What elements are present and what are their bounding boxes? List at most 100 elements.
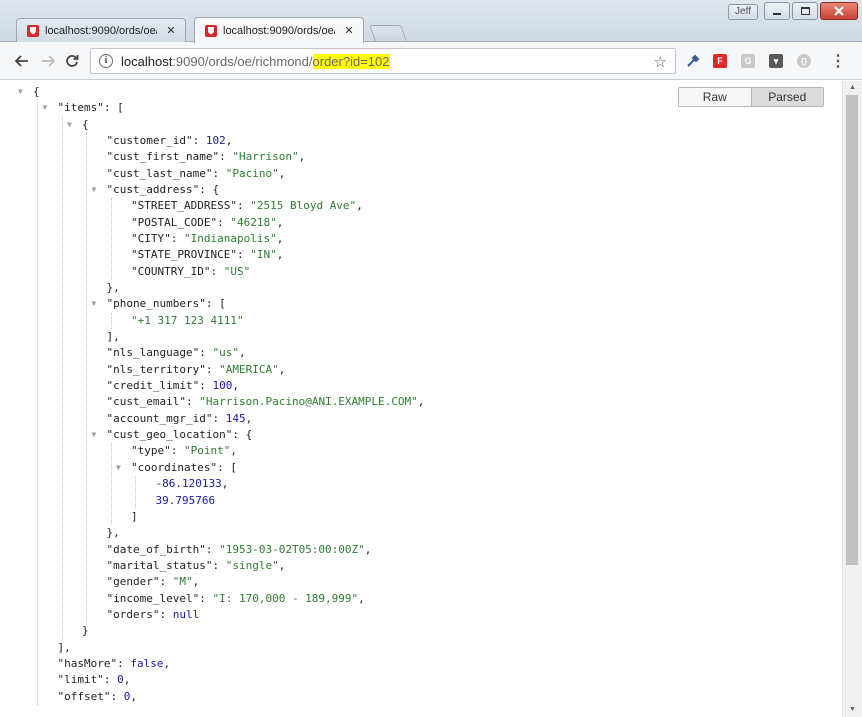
scrollbar-thumb[interactable] — [846, 95, 858, 565]
json-string: "M" — [172, 575, 193, 589]
json-string: "Pacino" — [225, 166, 279, 180]
g-extension-icon[interactable]: G — [741, 54, 755, 68]
vertical-scrollbar[interactable]: ▲ ▼ — [842, 81, 862, 717]
json-line: { — [33, 84, 40, 100]
collapse-toggle-icon[interactable]: ▼ — [92, 182, 102, 198]
json-key: "offset" — [57, 689, 111, 703]
json-key: "COUNTRY_ID" — [131, 264, 211, 278]
maximize-button[interactable] — [792, 2, 818, 20]
json-line: "credit_limit": 100, — [107, 378, 239, 394]
json-number: 100 — [212, 379, 233, 393]
scroll-up-icon[interactable]: ▲ — [843, 81, 862, 95]
menu-icon[interactable]: ⋮ — [828, 51, 848, 71]
json-string: "Point" — [184, 444, 231, 458]
flipboard-icon[interactable]: F — [713, 54, 727, 68]
json-key: "orders" — [106, 607, 160, 621]
json-line: "+1 317 123 4111" — [131, 313, 244, 329]
tab-title: localhost:9090/ords/oe/r — [223, 24, 335, 37]
json-line: "phone_numbers": [ — [107, 296, 226, 312]
json-number: 39.795766 — [155, 493, 216, 507]
json-line: ] — [131, 509, 138, 525]
collapse-toggle-icon[interactable]: ▼ — [92, 296, 102, 312]
tab-close-icon[interactable]: ✕ — [165, 24, 177, 37]
json-punct: : — [217, 215, 231, 229]
json-line: 39.795766 — [156, 493, 216, 509]
json-punct: : [ — [205, 297, 226, 311]
indent-guide — [110, 198, 112, 281]
back-button[interactable] — [12, 51, 32, 71]
json-number: 102 — [205, 134, 226, 148]
indent-guide — [37, 100, 38, 705]
collapse-toggle-icon[interactable]: ▼ — [67, 117, 77, 133]
json-line: "date_of_birth": "1953-03-02T05:00:00Z", — [107, 542, 372, 558]
json-punct: , — [417, 395, 425, 409]
minimize-button[interactable] — [764, 2, 790, 20]
tab-close-icon[interactable]: ✕ — [343, 24, 355, 37]
json-key: "nls_territory" — [106, 362, 206, 376]
title-bar: localhost:9090/ords/oe/r ✕ localhost:909… — [0, 0, 862, 43]
json-punct: }, — [106, 281, 120, 295]
json-key: "cust_last_name" — [106, 166, 213, 180]
tab-2[interactable]: localhost:9090/ords/oe/r ✕ — [194, 17, 364, 43]
url-text[interactable]: localhost:9090/ords/oe/richmond/order?id… — [121, 53, 390, 69]
json-string: "2515 Bloyd Ave" — [250, 199, 357, 213]
json-line: "hasMore": false, — [58, 656, 171, 672]
bookmark-star-icon[interactable]: ☆ — [654, 53, 667, 71]
parsed-view-button[interactable]: Parsed — [751, 88, 823, 106]
address-bar[interactable]: i localhost:9090/ords/oe/richmond/order?… — [90, 48, 676, 74]
json-key: "items" — [57, 101, 104, 115]
raw-view-button[interactable]: Raw — [679, 88, 752, 106]
json-punct: , — [163, 656, 171, 670]
indent-guide — [135, 476, 136, 509]
reload-button[interactable] — [62, 51, 82, 71]
indent-guide — [110, 443, 112, 526]
json-line: ], — [58, 640, 71, 656]
json-punct: : — [192, 134, 206, 148]
json-string: "1953-03-02T05:00:00Z" — [219, 542, 365, 556]
json-extension-icon[interactable]: {} — [797, 54, 811, 68]
pocket-extension-icon[interactable]: ▾ — [769, 54, 783, 68]
json-number: false — [130, 656, 164, 670]
json-key: "phone_numbers" — [106, 297, 206, 311]
close-window-button[interactable] — [820, 2, 858, 20]
json-punct: : — [117, 656, 131, 670]
url-path: :9090/ords/oe/richmond/ — [172, 53, 313, 69]
collapse-toggle-icon[interactable]: ▼ — [92, 427, 102, 443]
json-punct: , — [225, 134, 233, 148]
json-key: "marital_status" — [106, 558, 213, 572]
json-punct: , — [123, 673, 131, 687]
user-profile-badge[interactable]: Jeff — [728, 4, 758, 20]
json-line: "gender": "M", — [107, 574, 200, 590]
json-punct: : { — [232, 428, 253, 442]
arrow-left-icon — [15, 55, 28, 67]
scroll-down-icon[interactable]: ▼ — [843, 703, 862, 717]
json-punct: : { — [199, 183, 220, 197]
collapse-toggle-icon[interactable]: ▼ — [116, 460, 126, 476]
arrow-right-icon — [42, 55, 55, 67]
collapse-toggle-icon[interactable]: ▼ — [43, 100, 53, 116]
json-punct: : — [205, 542, 220, 556]
json-punct: , — [276, 232, 284, 246]
eyedropper-icon[interactable] — [686, 54, 700, 68]
json-key: "POSTAL_CODE" — [131, 215, 218, 229]
json-punct: , — [238, 346, 246, 360]
json-key: "income_level" — [106, 591, 200, 605]
json-punct: : — [110, 689, 124, 703]
json-line: ], — [107, 329, 120, 345]
json-punct: : — [219, 150, 233, 164]
info-icon[interactable]: i — [99, 54, 113, 68]
collapse-toggle-icon[interactable]: ▼ — [18, 84, 28, 100]
json-key: "cust_geo_location" — [106, 428, 233, 442]
json-line: }, — [107, 525, 120, 541]
new-tab-button[interactable] — [369, 25, 407, 41]
forward-button[interactable] — [38, 51, 58, 71]
tab-title: localhost:9090/ords/oe/r — [45, 24, 157, 37]
json-punct: : — [159, 575, 173, 589]
json-punct: , — [276, 248, 284, 262]
json-key: "hasMore" — [57, 656, 118, 670]
json-punct: : — [159, 607, 173, 621]
tab-1[interactable]: localhost:9090/ords/oe/r ✕ — [16, 18, 186, 42]
json-line: "POSTAL_CODE": "46218", — [131, 215, 283, 231]
json-string: "AMERICA" — [219, 362, 279, 376]
json-punct: , — [278, 558, 286, 572]
